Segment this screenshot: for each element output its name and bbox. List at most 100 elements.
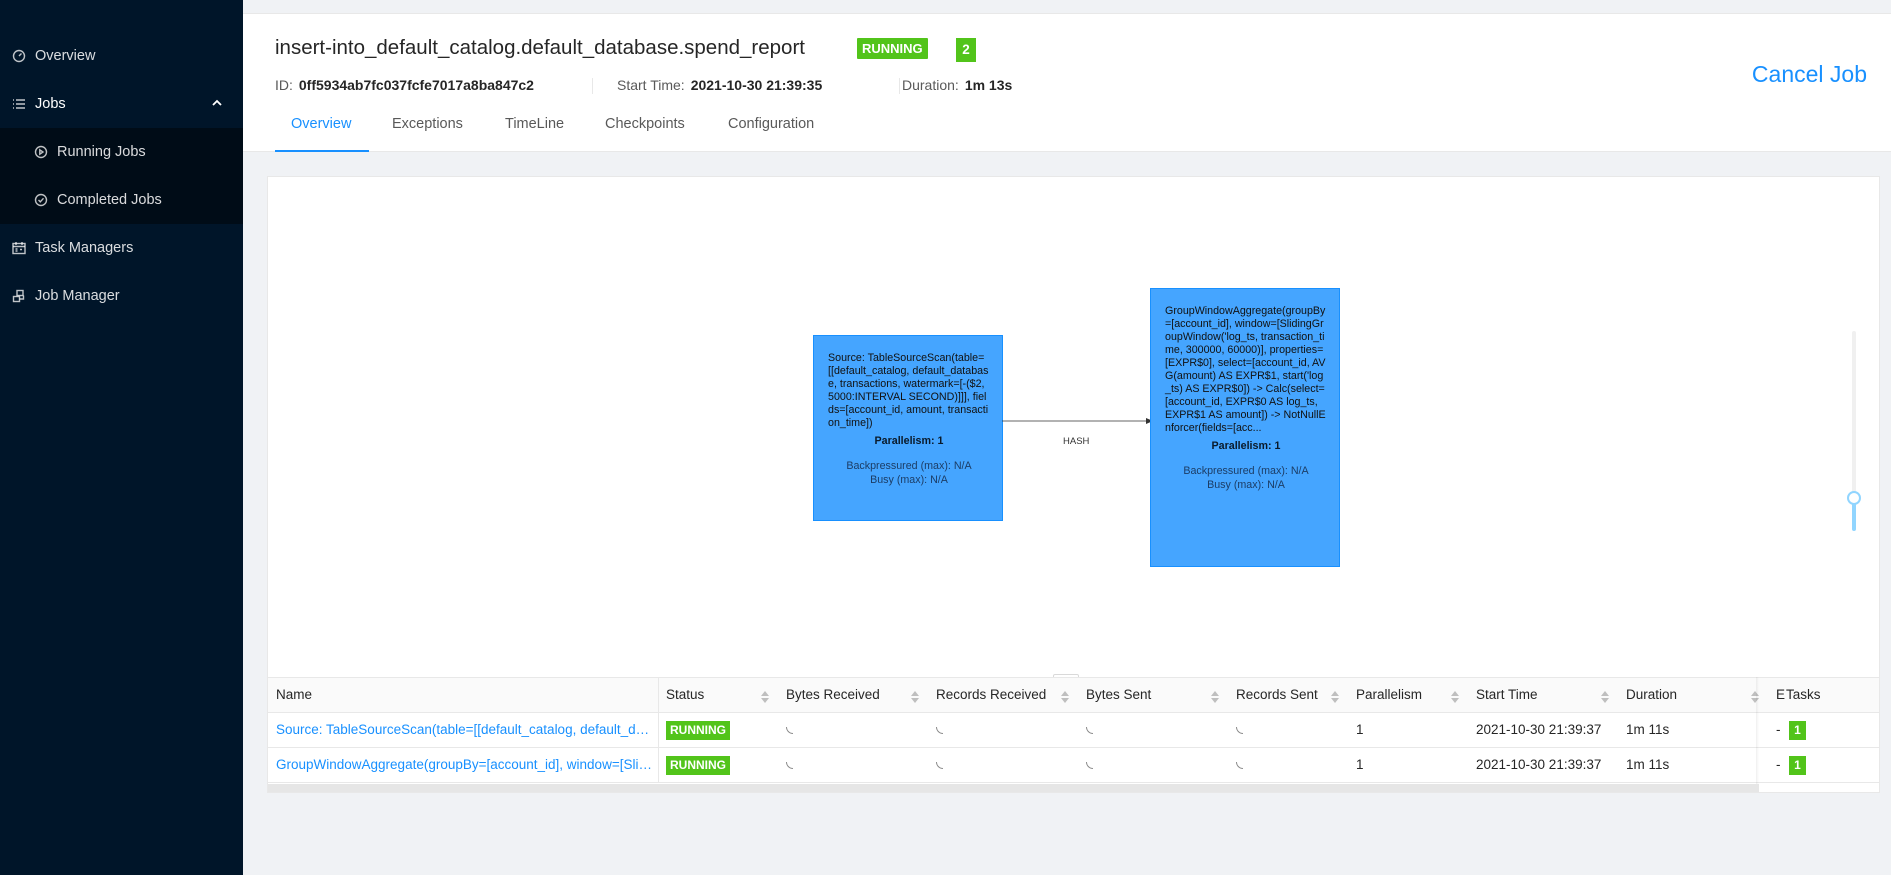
node-description: GroupWindowAggregate(groupBy=[account_id… — [1165, 305, 1326, 434]
job-header: insert-into_default_catalog.default_data… — [243, 14, 1891, 152]
column-header-end-time[interactable]: E — [1776, 678, 1785, 712]
column-header-records-received[interactable]: Records Received — [936, 678, 1046, 712]
node-backpressured: Backpressured (max): N/A — [846, 460, 972, 472]
sort-icon[interactable] — [1211, 690, 1219, 703]
loading-icon — [1086, 727, 1093, 734]
list-icon — [12, 97, 26, 111]
column-header-duration[interactable]: Duration — [1626, 678, 1677, 712]
graph-edge — [1002, 418, 1153, 424]
graph-node-aggregate[interactable]: GroupWindowAggregate(groupBy=[account_id… — [1150, 288, 1340, 567]
zoom-slider-handle[interactable] — [1847, 491, 1861, 505]
vertex-name-link[interactable]: Source: TableSourceScan(table=[[default_… — [276, 713, 654, 747]
sidebar-item-task-managers[interactable]: Task Managers — [0, 224, 243, 272]
column-header-bytes-received[interactable]: Bytes Received — [786, 678, 880, 712]
divider — [592, 78, 593, 94]
play-circle-icon — [34, 145, 48, 159]
divider — [899, 78, 900, 94]
table-row[interactable]: GroupWindowAggregate(groupBy=[account_id… — [268, 748, 1879, 783]
schedule-icon — [12, 241, 26, 255]
sidebar-item-overview[interactable]: Overview — [0, 32, 243, 80]
sort-icon[interactable] — [1451, 690, 1459, 703]
job-graph-panel: Source: TableSourceScan(table=[[default_… — [267, 176, 1880, 793]
sidebar-item-label: Overview — [35, 48, 96, 64]
chevron-up-icon — [211, 97, 223, 109]
sort-icon[interactable] — [1061, 690, 1069, 703]
duration-value: 1m 13s — [964, 77, 1013, 93]
task-badge: 1 — [1789, 756, 1806, 775]
tab-configuration[interactable]: Configuration — [728, 107, 814, 152]
loading-icon — [936, 727, 943, 734]
task-count-badge: 2 — [956, 38, 976, 62]
column-header-bytes-sent[interactable]: Bytes Sent — [1086, 678, 1151, 712]
task-badge: 1 — [1789, 721, 1806, 740]
page-title: insert-into_default_catalog.default_data… — [275, 36, 805, 59]
active-tab-indicator — [275, 150, 369, 152]
parallelism-cell: 1 — [1356, 757, 1364, 772]
start-time-cell: 2021-10-30 21:39:37 — [1476, 757, 1602, 772]
dashboard-icon — [12, 49, 26, 63]
job-duration: Duration: 1m 13s — [902, 77, 1012, 93]
loading-icon — [1086, 762, 1093, 769]
tab-exceptions[interactable]: Exceptions — [392, 107, 463, 152]
sidebar-item-label: Running Jobs — [57, 144, 146, 160]
sidebar-jobs-submenu: Running Jobs Completed Jobs — [0, 128, 243, 224]
fixed-column-shadow — [1756, 677, 1759, 784]
sort-icon[interactable] — [1601, 690, 1609, 703]
node-parallelism: Parallelism: 1 — [1211, 440, 1281, 452]
sort-icon[interactable] — [1331, 690, 1339, 703]
loading-icon — [1236, 762, 1243, 769]
start-time-cell: 2021-10-30 21:39:37 — [1476, 722, 1602, 737]
loading-icon — [786, 727, 793, 734]
column-header-records-sent[interactable]: Records Sent — [1236, 678, 1318, 712]
end-time-cell: - — [1776, 757, 1781, 772]
sidebar-item-label: Completed Jobs — [57, 192, 162, 208]
start-time-label: Start Time: — [617, 77, 685, 93]
tab-checkpoints[interactable]: Checkpoints — [605, 107, 685, 152]
cancel-job-button[interactable]: Cancel Job — [1752, 61, 1867, 88]
status-badge: RUNNING — [857, 38, 928, 59]
vertex-name-link[interactable]: GroupWindowAggregate(groupBy=[account_id… — [276, 748, 654, 782]
column-header-parallelism[interactable]: Parallelism — [1356, 678, 1422, 712]
job-id-label: ID: — [275, 77, 293, 93]
sidebar-item-job-manager[interactable]: Job Manager — [0, 272, 243, 320]
duration-label: Duration: — [902, 77, 959, 93]
status-badge: RUNNING — [666, 721, 730, 740]
sort-icon[interactable] — [761, 690, 769, 703]
start-time-value: 2021-10-30 21:39:35 — [690, 77, 823, 93]
column-header-status[interactable]: Status — [666, 678, 704, 712]
graph-node-source[interactable]: Source: TableSourceScan(table=[[default_… — [813, 335, 1003, 521]
end-time-cell: - — [1776, 722, 1781, 737]
sidebar-item-label: Job Manager — [35, 288, 120, 304]
sidebar-item-jobs[interactable]: Jobs — [0, 80, 243, 128]
loading-icon — [786, 762, 793, 769]
node-backpressured: Backpressured (max): N/A — [1183, 465, 1309, 477]
column-header-start-time[interactable]: Start Time — [1476, 678, 1538, 712]
cluster-icon — [12, 289, 26, 303]
node-parallelism: Parallelism: 1 — [874, 435, 944, 447]
node-busy: Busy (max): N/A — [870, 474, 948, 486]
column-divider[interactable] — [658, 677, 659, 783]
duration-cell: 1m 11s — [1626, 757, 1670, 772]
node-description: Source: TableSourceScan(table=[[default_… — [828, 352, 989, 429]
table-row[interactable]: Source: TableSourceScan(table=[[default_… — [268, 713, 1879, 748]
top-strip — [243, 0, 1891, 14]
job-start-time: Start Time: 2021-10-30 21:39:35 — [617, 77, 822, 93]
column-header-name[interactable]: Name — [276, 678, 312, 712]
edge-label: HASH — [1063, 436, 1090, 447]
loading-icon — [1236, 727, 1243, 734]
sidebar-item-completed-jobs[interactable]: Completed Jobs — [0, 176, 243, 224]
column-header-tasks: Tasks — [1786, 687, 1821, 702]
tab-overview[interactable]: Overview — [291, 107, 351, 152]
sort-icon[interactable] — [911, 690, 919, 703]
job-id-value: 0ff5934ab7fc037fcfe7017a8ba847c2 — [298, 77, 534, 93]
duration-cell: 1m 11s — [1626, 722, 1670, 737]
loading-icon — [936, 762, 943, 769]
parallelism-cell: 1 — [1356, 722, 1364, 737]
sidebar-item-label: Jobs — [35, 96, 66, 112]
sidebar-item-running-jobs[interactable]: Running Jobs — [0, 128, 243, 176]
status-badge: RUNNING — [666, 756, 730, 775]
table-header: Name Status Bytes Received Records Recei… — [268, 677, 1879, 713]
sidebar-item-label: Task Managers — [35, 240, 134, 256]
tab-timeline[interactable]: TimeLine — [505, 107, 564, 152]
horizontal-scrollbar[interactable] — [268, 784, 1759, 792]
